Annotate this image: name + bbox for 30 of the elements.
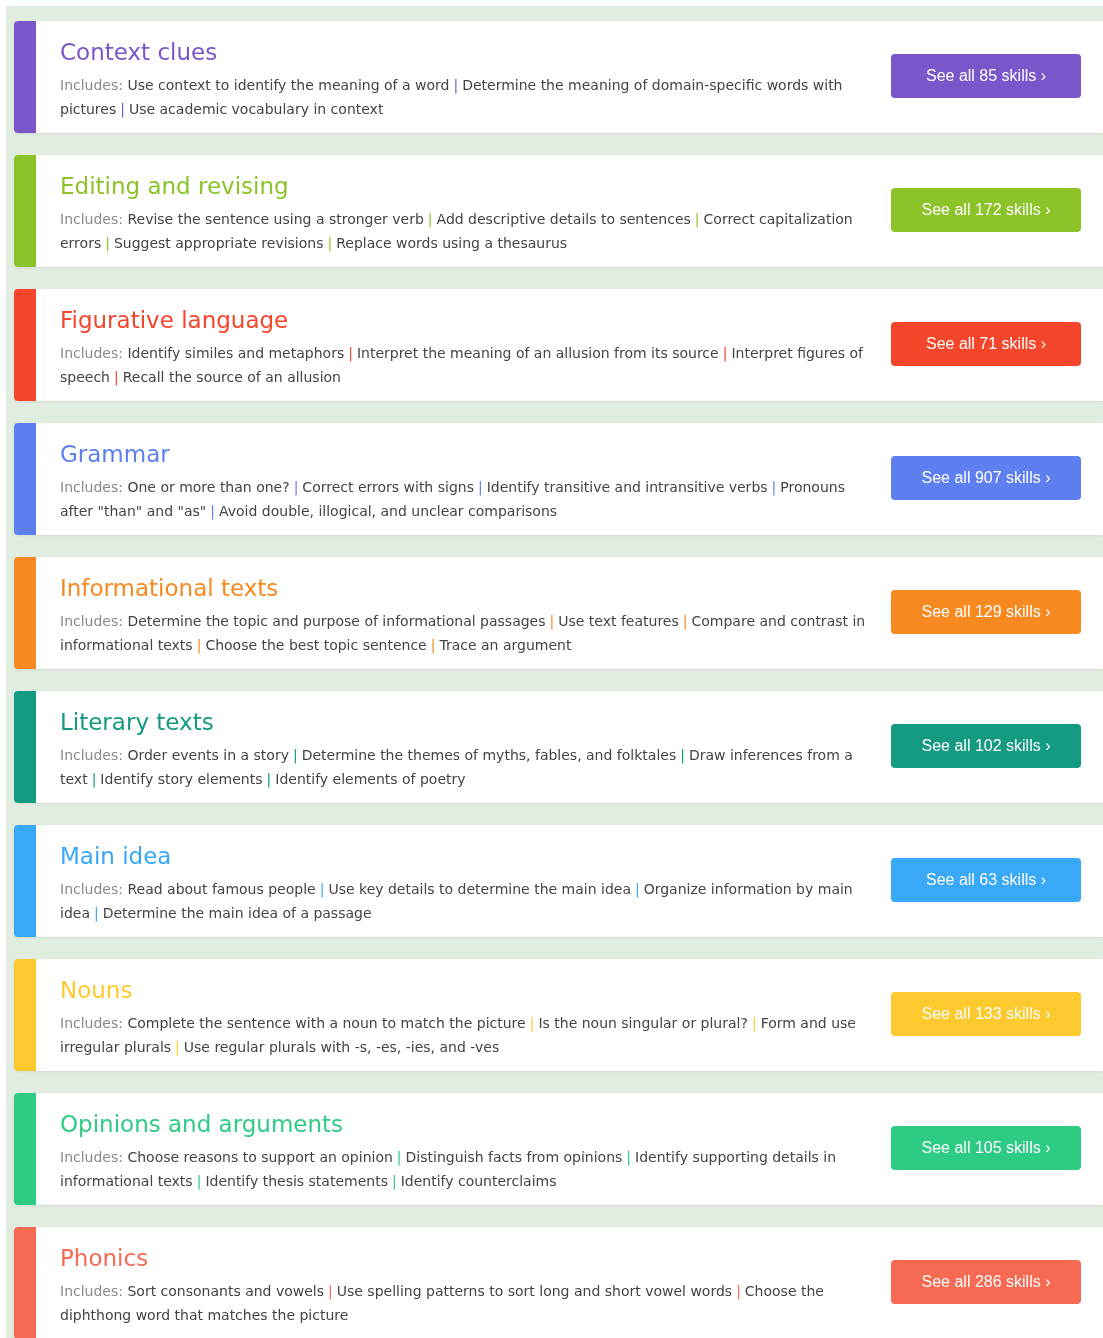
see-all-skills-button[interactable]: See all 129 skills › (891, 590, 1081, 634)
skills-description: Includes: Use context to identify the meaning of a word | Determine the meaning of domain-specific words with pictures | Use academic vocabulary in context (60, 76, 844, 120)
see-all-skills-button[interactable]: See all 172 skills › (891, 188, 1081, 232)
category-title[interactable]: Main idea (60, 840, 871, 872)
skills-description: Includes: Determine the topic and purpose of informational passages | Use text features | Compare and contrast in informational texts | Choose the best topic sentence | Trace an argument (60, 612, 867, 656)
see-all-skills-button[interactable]: See all 63 skills › (891, 858, 1081, 902)
see-all-skills-button[interactable]: See all 907 skills › (891, 456, 1081, 500)
category-title[interactable]: Informational texts (60, 572, 871, 604)
see-all-skills-button[interactable]: See all 102 skills › (891, 724, 1081, 768)
category-title[interactable]: Figurative language (60, 304, 871, 336)
category-title[interactable]: Editing and revising (60, 170, 871, 202)
skills-description: Includes: One or more than one? | Correct errors with signs | Identify transitive and intransitive verbs | Pronouns after "than" and "as" | Avoid double, illogical, and unclear comparisons (60, 478, 846, 522)
category-title[interactable]: Phonics (60, 1242, 871, 1274)
see-all-skills-button[interactable]: See all 105 skills › (891, 1126, 1081, 1170)
skills-description: Includes: Revise the sentence using a stronger verb | Add descriptive details to sentences | Correct capitalization errors | Suggest appropriate revisions | Replace words using a thesaurus (60, 210, 854, 254)
category-title[interactable]: Grammar (60, 438, 871, 470)
category-title[interactable]: Opinions and arguments (60, 1108, 871, 1140)
category-title[interactable]: Literary texts (60, 706, 871, 738)
category-title[interactable]: Nouns (60, 974, 871, 1006)
skills-description: Includes: Identify similes and metaphors | Interpret the meaning of an allusion from its source | Interpret figures of speech | Recall the source of an allusion (60, 344, 865, 388)
see-all-skills-button[interactable]: See all 85 skills › (891, 54, 1081, 98)
skills-description: Includes: Choose reasons to support an opinion | Distinguish facts from opinions | Identify supporting details in informational texts | Identify thesis statements | Identify counterclaims (60, 1148, 838, 1192)
skills-description: Includes: Sort consonants and vowels | Use spelling patterns to sort long and short vowel words | Choose the diphthong word that matches the picture (60, 1282, 825, 1325)
skills-description: Includes: Complete the sentence with a noun to match the picture | Is the noun singular or plural? | Form and use irregular plurals | Use regular plurals with -s, -es, -ies, and -ves (60, 1014, 857, 1058)
see-all-skills-button[interactable]: See all 133 skills › (891, 992, 1081, 1036)
skills-description: Includes: Order events in a story | Determine the themes of myths, fables, and folktales | Draw inferences from a text | Identify story elements | Identify elements of poetry (60, 746, 854, 790)
see-all-skills-button[interactable]: See all 286 skills › (891, 1260, 1081, 1304)
skills-description: Includes: Read about famous people | Use key details to determine the main idea | Organize information by main idea | Determine the main idea of a passage (60, 880, 854, 924)
see-all-skills-button[interactable]: See all 71 skills › (891, 322, 1081, 366)
category-title[interactable]: Context clues (60, 36, 871, 68)
